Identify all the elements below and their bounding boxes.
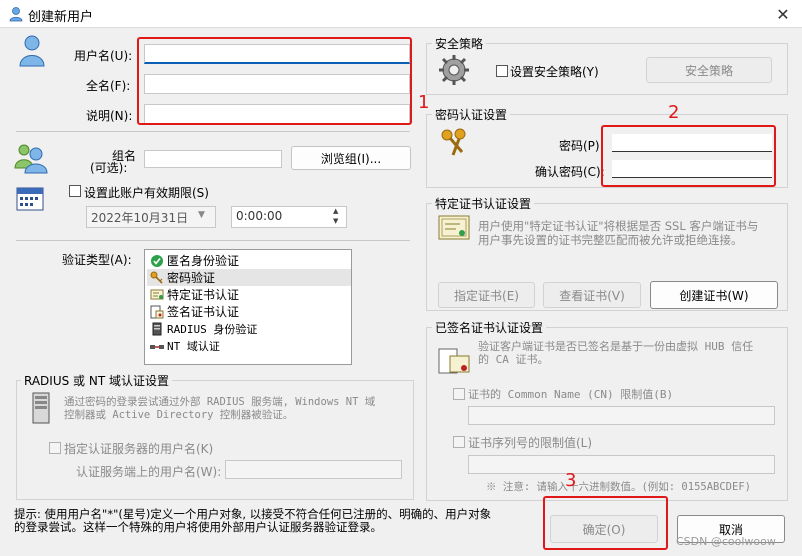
annotation-number-1: 1 <box>418 92 430 113</box>
user-avatar-icon <box>19 35 45 67</box>
calendar-icon <box>16 187 44 211</box>
auth-item-nt-domain[interactable]: NT 域认证 <box>147 337 351 354</box>
annotation-number-2: 2 <box>668 102 680 123</box>
cn-limit-checkbox-label: 证书的 Common Name (CN) 限制值(B) <box>468 388 674 401</box>
close-icon: ✕ <box>776 4 790 24</box>
username-label: 用户名(U): <box>74 49 133 63</box>
certificate-icon <box>438 215 470 240</box>
cn-limit-input[interactable] <box>468 406 775 425</box>
keys-icon <box>441 128 466 156</box>
chevron-down-icon[interactable]: ▼ <box>198 210 210 224</box>
keys-icon <box>150 271 163 284</box>
radius-username-checkbox[interactable] <box>49 442 61 454</box>
security-policy-title: 安全策略 <box>432 35 487 52</box>
auth-item-radius[interactable]: RADIUS 身份验证 <box>147 320 351 337</box>
create-cert-button[interactable]: 创建证书(W) <box>650 281 778 309</box>
serial-limit-input[interactable] <box>468 455 775 474</box>
group-label-line2: (可选): <box>90 161 128 175</box>
server-icon <box>152 322 162 335</box>
separator <box>16 131 410 132</box>
radius-group-title: RADIUS 或 NT 域认证设置 <box>21 372 172 389</box>
security-policy-button[interactable]: 安全策略 <box>646 57 772 83</box>
gear-icon <box>439 55 469 85</box>
separator <box>16 240 410 241</box>
radius-username-checkbox-label: 指定认证服务器的用户名(K) <box>64 442 214 456</box>
description-label: 说明(N): <box>86 109 133 123</box>
signed-certificate-icon <box>150 305 164 318</box>
serial-limit-checkbox-label: 证书序列号的限制值(L) <box>468 436 593 450</box>
confirm-password-label: 确认密码(C): <box>535 165 605 179</box>
expiry-checkbox-label: 设置此账户有效期限(S) <box>84 186 209 200</box>
auth-type-list[interactable]: 匿名身份验证 密码验证 特定证书认证 签名证书认证 RADIUS 身份验证 NT… <box>144 249 352 365</box>
spin-down-icon[interactable]: ▼ <box>333 217 345 226</box>
auth-item-label: 特定证书认证 <box>167 288 240 302</box>
group-icon <box>14 144 48 174</box>
cn-limit-checkbox[interactable] <box>453 388 465 400</box>
serial-limit-checkbox[interactable] <box>453 436 465 448</box>
spin-up-icon[interactable]: ▲ <box>333 207 345 216</box>
signed-cert-description-line2: 的 CA 证书。 <box>478 353 549 366</box>
auth-item-label: NT 域认证 <box>167 339 220 353</box>
certificate-icon <box>150 289 164 299</box>
title-bar: 创建新用户 ✕ <box>0 0 802 28</box>
auth-item-specific-cert[interactable]: 特定证书认证 <box>147 286 351 303</box>
specific-cert-description-line2: 用户事先设置的证书完整匹配而被允许或拒绝连接。 <box>478 233 743 247</box>
specify-cert-button[interactable]: 指定证书(E) <box>438 282 535 308</box>
expiry-date-picker[interactable]: 2022年10月31日 <box>86 206 216 228</box>
auth-item-label: 密码验证 <box>167 271 216 285</box>
auth-item-label: RADIUS 身份验证 <box>167 322 258 336</box>
browse-group-button[interactable]: 浏览组(I)... <box>291 146 411 170</box>
window-title: 创建新用户 <box>28 10 94 25</box>
signed-certificate-icon <box>438 348 470 374</box>
annotation-number-3: 3 <box>565 470 577 491</box>
hint-line2: 的登录尝试。这样一个特殊的用户将使用外部用户认证服务器验证登录。 <box>14 520 382 534</box>
annotation-box-1 <box>137 37 412 125</box>
auth-item-label: 签名证书认证 <box>167 305 240 319</box>
auth-item-anonymous[interactable]: 匿名身份验证 <box>147 252 351 269</box>
security-policy-checkbox[interactable] <box>496 65 508 77</box>
fullname-label: 全名(F): <box>86 79 131 93</box>
auth-type-label: 验证类型(A): <box>62 253 132 267</box>
expiry-time-value: 0:00:00 <box>236 209 283 223</box>
annotation-box-3 <box>543 496 668 550</box>
radius-server-username-input[interactable] <box>225 460 402 479</box>
group-input[interactable] <box>144 150 282 168</box>
expiry-checkbox[interactable] <box>69 185 81 197</box>
radius-description-line2: 控制器或 Active Directory 控制器被验证。 <box>64 409 294 421</box>
view-cert-button[interactable]: 查看证书(V) <box>543 282 641 308</box>
annotation-box-2 <box>601 125 776 187</box>
auth-item-signed-cert[interactable]: 签名证书认证 <box>147 303 351 320</box>
network-icon <box>150 344 164 349</box>
signed-cert-note: ※ 注意: 请输入十六进制数值。(例如: 0155ABCDEF) <box>486 481 751 493</box>
radius-server-username-label: 认证服务端上的用户名(W): <box>76 465 222 479</box>
green-check-icon <box>151 254 163 267</box>
security-policy-checkbox-label: 设置安全策略(Y) <box>510 65 599 79</box>
expiry-date-value: 2022年10月31日 <box>91 211 189 225</box>
close-button[interactable]: ✕ <box>772 4 794 24</box>
auth-item-password[interactable]: 密码验证 <box>147 269 351 286</box>
expiry-time-input[interactable]: 0:00:00 <box>231 206 347 228</box>
password-settings-title: 密码认证设置 <box>432 106 511 123</box>
watermark: CSDN @coolwoow <box>676 535 776 548</box>
auth-item-label: 匿名身份验证 <box>167 254 240 268</box>
signed-cert-title: 已签名证书认证设置 <box>432 319 547 336</box>
password-label: 密码(P): <box>559 139 604 153</box>
specific-cert-title: 特定证书认证设置 <box>432 195 535 212</box>
user-icon <box>9 7 23 22</box>
server-icon <box>32 392 50 424</box>
